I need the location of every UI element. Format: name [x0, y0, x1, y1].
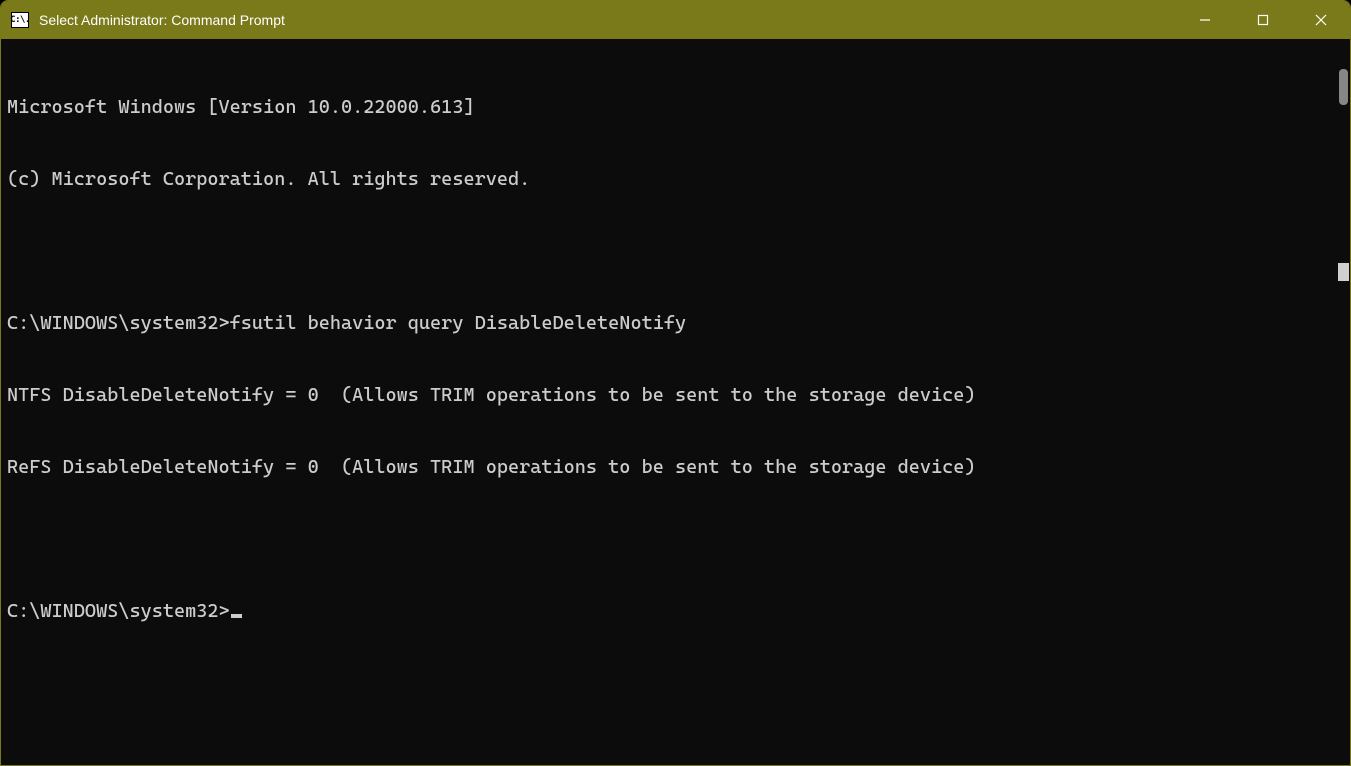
command-prompt-window: C:\. Select Administrator: Command Promp… [0, 0, 1351, 766]
maximize-icon [1257, 14, 1269, 26]
window-controls [1176, 1, 1350, 39]
scrollbar-thumb[interactable] [1339, 69, 1348, 105]
scrollbar[interactable] [1330, 39, 1350, 765]
output-line: (c) Microsoft Corporation. All rights re… [7, 167, 1330, 191]
maximize-button[interactable] [1234, 1, 1292, 39]
output-line: ReFS DisableDeleteNotify = 0 (Allows TRI… [7, 455, 1330, 479]
output-line: NTFS DisableDeleteNotify = 0 (Allows TRI… [7, 383, 1330, 407]
output-line [7, 239, 1330, 263]
output-line: C:\WINDOWS\system32>fsutil behavior quer… [7, 311, 1330, 335]
minimize-button[interactable] [1176, 1, 1234, 39]
prompt-line: C:\WINDOWS\system32> [7, 599, 1330, 623]
close-icon [1315, 14, 1327, 26]
close-button[interactable] [1292, 1, 1350, 39]
terminal-area: Microsoft Windows [Version 10.0.22000.61… [1, 39, 1350, 765]
scrollbar-position-marker [1338, 263, 1349, 281]
terminal[interactable]: Microsoft Windows [Version 10.0.22000.61… [1, 39, 1330, 765]
cmd-icon-text: C:\. [10, 16, 30, 25]
output-line: Microsoft Windows [Version 10.0.22000.61… [7, 95, 1330, 119]
window-title: Select Administrator: Command Prompt [39, 12, 285, 28]
prompt-text: C:\WINDOWS\system32> [7, 600, 230, 622]
titlebar[interactable]: C:\. Select Administrator: Command Promp… [1, 1, 1350, 39]
cmd-icon: C:\. [11, 12, 29, 28]
output-line [7, 527, 1330, 551]
cursor [231, 614, 242, 618]
minimize-icon [1199, 14, 1211, 26]
